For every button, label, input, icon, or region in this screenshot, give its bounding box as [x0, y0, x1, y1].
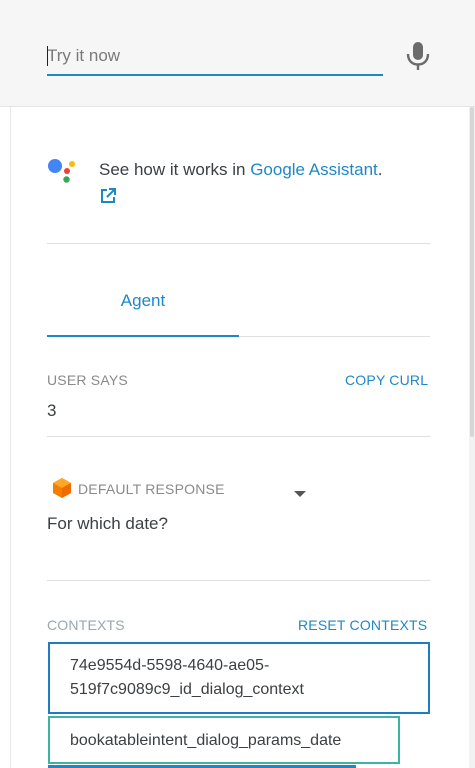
microphone-icon[interactable] — [404, 40, 432, 72]
google-assistant-icon — [47, 155, 79, 187]
context-chip[interactable]: 74e9554d-5598-4640-ae05-519f7c9089c9_id_… — [48, 642, 430, 714]
try-it-bar — [0, 0, 475, 107]
user-says-label: USER SAYS — [47, 372, 128, 388]
tab-agent-indicator — [47, 335, 239, 337]
divider — [47, 243, 430, 244]
contexts-label: CONTEXTS — [47, 617, 125, 633]
external-link-icon[interactable] — [99, 187, 117, 205]
default-response-value: For which date? — [47, 514, 168, 533]
scrollbar-thumb[interactable] — [470, 107, 474, 437]
tab-agent[interactable]: Agent — [47, 288, 239, 336]
assistant-promo-prefix: See how it works in — [99, 160, 251, 179]
user-says-value: 3 — [47, 401, 57, 420]
context-chip[interactable]: bookatableintent_dialog_params_date — [48, 716, 400, 764]
default-response-label: DEFAULT RESPONSE — [78, 481, 225, 497]
divider — [47, 580, 430, 581]
try-it-field[interactable] — [47, 40, 383, 76]
caret-down-icon[interactable] — [293, 485, 307, 497]
try-it-input[interactable] — [47, 40, 383, 72]
dialogflow-icon — [52, 477, 72, 499]
scrollbar[interactable] — [469, 107, 475, 768]
assistant-promo-suffix: . — [377, 160, 383, 179]
text-cursor — [47, 46, 48, 66]
copy-curl-button[interactable]: COPY CURL — [345, 372, 428, 388]
assistant-promo-text: See how it works in Google Assistant. — [99, 157, 439, 183]
reset-contexts-button[interactable]: RESET CONTEXTS — [298, 617, 427, 633]
google-assistant-link[interactable]: Google Assistant — [250, 160, 378, 179]
divider — [47, 436, 430, 437]
